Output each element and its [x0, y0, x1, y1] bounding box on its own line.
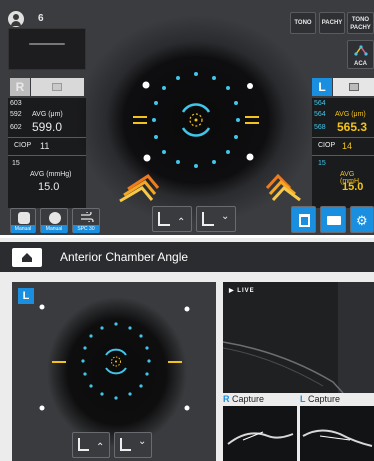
pachy-reading-1: 603 — [10, 100, 22, 107]
spc-label: SPC 30 — [73, 225, 99, 233]
r-capture-header: R Capture — [223, 394, 297, 406]
pachy-reading-1: 564 — [314, 100, 326, 107]
chinrest-icon — [158, 212, 170, 226]
gear-icon: ⚙ — [356, 213, 368, 228]
chevron-up-icon: ⌃ — [177, 217, 186, 228]
divider — [8, 155, 86, 156]
aca-icon — [353, 45, 368, 56]
chinrest-up-button[interactable]: ⌃ — [72, 432, 110, 458]
l-capture-image[interactable] — [300, 406, 374, 461]
header-bar: Anterior Chamber Angle — [0, 242, 374, 272]
iop-reading: 15 — [12, 160, 20, 167]
camera-view: L ⌃ ⌄ — [12, 282, 216, 461]
pachy-reading-3: 568 — [314, 124, 326, 131]
pachy-label: PACHY — [321, 20, 343, 26]
chinrest-icon — [78, 438, 89, 451]
list-icon — [52, 83, 62, 91]
left-eye-list-button[interactable] — [333, 78, 374, 96]
left-eye-letter: L — [318, 80, 326, 94]
l-capture-header: L Capture — [300, 394, 374, 406]
pachy-avg-value: 565.3 — [337, 120, 368, 134]
manual-label: Manual — [11, 225, 35, 233]
capture-label: Capture — [308, 394, 341, 404]
pachy-button[interactable]: PACHY — [319, 12, 345, 34]
chinrest-down-button[interactable]: ⌄ — [196, 206, 236, 232]
spc-button[interactable]: SPC 30 — [72, 208, 100, 233]
manual-label: Manual — [41, 225, 67, 233]
right-eye-list-button[interactable] — [31, 78, 84, 96]
capture-label: Capture — [232, 394, 265, 404]
divider — [312, 137, 374, 138]
ciop-value: 14 — [342, 141, 353, 151]
right-eye-tab[interactable]: R — [10, 78, 30, 96]
air-puff-icon — [81, 212, 94, 222]
pachy-avg-label: AVG (μm) — [335, 111, 366, 118]
chinrest-icon — [202, 212, 214, 226]
iop-avg-label: AVG (mmHg) — [30, 171, 72, 178]
chevron-down-icon: ⌄ — [138, 436, 147, 447]
ciop-value: 11 — [40, 141, 50, 151]
tono-label: TONO — [294, 20, 312, 26]
pachy-reading-3: 602 — [10, 124, 22, 131]
live-oct-view: ▶ LIVE — [223, 282, 374, 393]
oct-scan-image — [223, 282, 374, 393]
chevron-up-left-right-icon — [265, 173, 301, 202]
tono-pachy-button[interactable]: TONO PACHY — [347, 12, 374, 34]
delete-button[interactable] — [291, 206, 316, 233]
tono-pachy-label: TONO PACHY — [350, 17, 371, 31]
aca-label: ACA — [354, 61, 367, 67]
chinrest-down-button[interactable]: ⌄ — [114, 432, 152, 458]
chevron-down-icon: ⌄ — [221, 211, 230, 222]
aca-button[interactable]: ACA — [347, 40, 374, 69]
manual-hand-button[interactable]: Manual — [10, 208, 36, 233]
chevron-up-icon: ⌃ — [96, 442, 105, 453]
page-title: Anterior Chamber Angle — [60, 250, 189, 264]
left-eye-tab[interactable]: L — [312, 78, 332, 96]
home-icon — [22, 253, 32, 262]
hand-icon — [18, 212, 30, 224]
measure-icon — [49, 212, 61, 224]
printer-icon — [327, 216, 341, 225]
iop-avg-value: 15.0 — [342, 181, 364, 193]
trash-icon — [299, 214, 310, 227]
right-eye-letter: R — [15, 80, 25, 94]
pachy-reading-2: 564 — [314, 111, 326, 118]
iop-reading: 15 — [318, 160, 326, 167]
iop-avg-value: 15.0 — [38, 181, 60, 193]
pachy-avg-label: AVG (μm) — [32, 111, 63, 118]
chinrest-icon — [120, 438, 131, 451]
anterior-chamber-angle-screen: Anterior Chamber Angle L ⌃ ⌄ ▶ LIVE R Ca… — [0, 238, 374, 461]
tono-button[interactable]: TONO — [290, 12, 316, 34]
divider — [8, 137, 86, 138]
print-button[interactable] — [320, 206, 346, 233]
divider — [312, 155, 374, 156]
preview-thumbnail[interactable] — [8, 28, 86, 70]
patient-count: 6 — [38, 13, 44, 24]
ciop-label: CIOP — [14, 142, 32, 149]
chevron-up-right-left-icon — [119, 174, 160, 203]
settings-button[interactable]: ⚙ — [350, 206, 374, 233]
ciop-label: CIOP — [318, 142, 336, 149]
manual-measure-button[interactable]: Manual — [40, 208, 68, 233]
chinrest-up-button[interactable]: ⌃ — [152, 206, 192, 232]
patient-avatar-icon[interactable] — [8, 11, 24, 27]
alignment-screen: 6 TONO PACHY TONO PACHY ACA R 603 592 AV… — [0, 0, 374, 235]
r-letter: R — [223, 394, 230, 404]
home-button[interactable] — [12, 248, 42, 267]
pachy-reading-2: 592 — [10, 111, 22, 118]
list-icon — [349, 83, 359, 91]
pachy-avg-value: 599.0 — [32, 120, 63, 134]
r-capture-image[interactable] — [223, 406, 297, 461]
l-letter: L — [300, 394, 306, 404]
